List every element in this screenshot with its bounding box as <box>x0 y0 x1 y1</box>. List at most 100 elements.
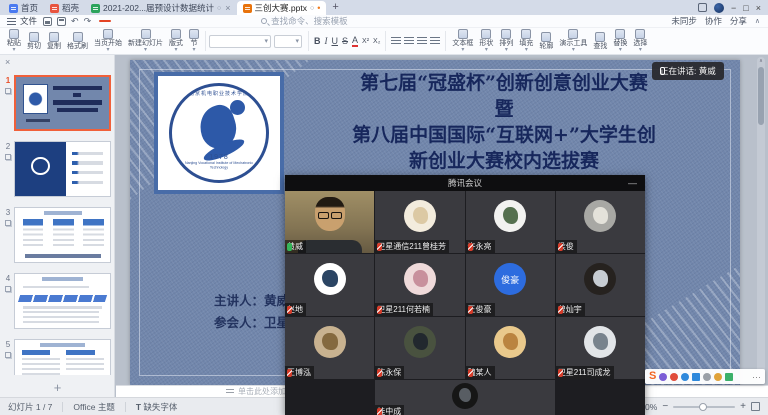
ribbon-button[interactable]: 剪切 <box>24 28 44 54</box>
meeting-minimize-button[interactable]: — <box>628 175 637 191</box>
participant-tile[interactable]: 黄威 <box>285 191 374 253</box>
missing-font-warning[interactable]: T 缺失字体 <box>136 401 178 413</box>
close-button[interactable]: × <box>756 3 761 13</box>
scrollbar[interactable]: ∧ <box>757 57 765 383</box>
ribbon-tab[interactable] <box>239 20 251 22</box>
italic-button[interactable]: I <box>325 36 328 46</box>
slide-thumbnail[interactable]: 4 <box>2 273 111 329</box>
subscript-button[interactable]: X₂ <box>373 38 380 45</box>
sync-status[interactable]: 未同步 <box>671 15 697 27</box>
collaborate-button[interactable]: 协作 <box>705 15 722 27</box>
zoom-slider[interactable] <box>673 406 735 408</box>
participant-tile[interactable]: 赵地 <box>285 254 374 316</box>
meeting-titlebar[interactable]: 腾讯会议 — <box>285 175 645 191</box>
participant-tile[interactable]: 陈永保 <box>375 317 464 379</box>
panel-close-icon[interactable]: × <box>5 57 10 67</box>
slide-thumbnail[interactable]: 5 <box>2 339 111 375</box>
account-avatar[interactable] <box>714 3 724 13</box>
ribbon-button[interactable]: 形状 ▾ <box>476 28 496 54</box>
tray-icon[interactable] <box>681 373 689 381</box>
redo-icon[interactable]: ↷ <box>84 16 92 27</box>
theme-name[interactable]: Office 主题 <box>73 401 114 413</box>
document-tab[interactable]: 三创大赛.pptx ○ • <box>237 1 327 15</box>
zoom-out-button[interactable]: − <box>662 402 668 412</box>
font-name-select[interactable] <box>209 35 271 48</box>
font-size-select[interactable] <box>274 35 302 48</box>
participant-tile[interactable]: 魏某人 <box>466 317 555 379</box>
institute-logo[interactable]: 南京机电职业技术学院 1978 Nanjing Vocational Insti… <box>154 72 284 194</box>
ribbon-button[interactable]: 选择 ▾ <box>630 28 650 54</box>
ribbon-button[interactable]: 格式刷 <box>64 28 91 54</box>
participant-tile[interactable]: 许永亮 <box>466 191 555 253</box>
participant-tile[interactable]: 曾灿宇 <box>556 254 645 316</box>
ribbon-button[interactable]: 查找 <box>590 28 610 54</box>
ribbon-button[interactable]: 版式 ▾ <box>166 28 186 54</box>
ribbon-button[interactable]: 排列 ▾ <box>496 28 516 54</box>
participant-tile[interactable]: 王博泓 <box>285 317 374 379</box>
ribbon-button[interactable]: 复制 <box>44 28 64 54</box>
file-menu[interactable]: 文件 <box>20 15 37 27</box>
underline-button[interactable]: U <box>332 36 339 46</box>
participant-tile[interactable]: 俊豪 王俊豪 <box>466 254 555 316</box>
document-tab[interactable]: 2021-202...届预设计数据统计 ○ × <box>85 1 237 15</box>
zoom-slider-knob[interactable] <box>699 403 707 411</box>
ribbon-button[interactable]: 文本框 ▾ <box>449 28 476 54</box>
ribbon-button[interactable]: 演示工具 ▾ <box>556 28 590 54</box>
undo-icon[interactable]: ↶ <box>71 16 79 27</box>
ribbon-tab[interactable] <box>99 20 111 22</box>
command-search[interactable]: 查找命令、搜索模板 <box>261 15 348 27</box>
ribbon-button[interactable]: 新建幻灯片 ▾ <box>125 28 166 54</box>
ribbon-button[interactable]: 替换 ▾ <box>610 28 630 54</box>
justify-icon[interactable] <box>430 37 440 45</box>
superscript-button[interactable]: X² <box>362 38 369 45</box>
ribbon-button[interactable]: 轮廓 <box>536 28 556 54</box>
tray-icon[interactable] <box>670 373 678 381</box>
scroll-up-icon[interactable]: ∧ <box>757 57 765 66</box>
document-tab[interactable]: 首页 <box>3 1 44 15</box>
add-slide-button[interactable]: + <box>0 380 115 395</box>
tray-more-icon[interactable]: ⋯ <box>752 373 761 381</box>
participant-tile[interactable]: 侯俊 <box>556 191 645 253</box>
ribbon-tab[interactable] <box>141 20 153 22</box>
font-color-button[interactable]: A <box>352 35 358 47</box>
ribbon-button[interactable]: 当页开始 ▾ <box>91 28 125 54</box>
tray-icon[interactable] <box>714 373 722 381</box>
minimize-button[interactable]: − <box>731 3 736 13</box>
ribbon-tab[interactable] <box>183 20 195 22</box>
zoom-in-button[interactable]: + <box>740 402 746 412</box>
print-icon[interactable] <box>57 17 66 26</box>
ribbon-tab[interactable] <box>169 20 181 22</box>
maximize-button[interactable]: □ <box>743 3 748 13</box>
share-button[interactable]: 分享 <box>730 15 747 27</box>
ribbon-tab[interactable] <box>127 20 139 22</box>
scrollbar-thumb[interactable] <box>758 67 764 125</box>
save-icon[interactable] <box>43 17 52 26</box>
collapse-ribbon-icon[interactable]: ∧ <box>755 17 760 25</box>
ribbon-tab[interactable] <box>155 20 167 22</box>
workspace-icon[interactable] <box>698 3 707 12</box>
ribbon-tab[interactable] <box>225 20 237 22</box>
align-left-icon[interactable] <box>391 37 401 45</box>
participant-tile[interactable]: 桂中成 <box>375 380 555 415</box>
align-right-icon[interactable] <box>417 37 427 45</box>
align-center-icon[interactable] <box>404 37 414 45</box>
menu-icon[interactable] <box>7 18 16 25</box>
new-tab-button[interactable]: + <box>326 1 344 15</box>
slide-thumbnail[interactable]: 1 <box>2 75 111 131</box>
participant-tile[interactable]: 卫星通信211曾桂芳 <box>375 191 464 253</box>
tray-icon[interactable] <box>703 373 711 381</box>
tray-icon[interactable] <box>659 373 667 381</box>
ribbon-tab[interactable] <box>211 20 223 22</box>
tray-icon[interactable] <box>692 373 700 381</box>
tencent-meeting-window[interactable]: 腾讯会议 — 黄威 <box>285 175 645 415</box>
ribbon-button[interactable]: 节 ▾ <box>186 28 202 54</box>
participant-tile[interactable]: 卫星211司成龙 <box>556 317 645 379</box>
tray-icon[interactable] <box>725 373 733 381</box>
strikethrough-button[interactable]: S <box>342 36 348 46</box>
fullscreen-icon[interactable] <box>751 402 760 411</box>
document-tab[interactable]: 稻壳 <box>44 1 85 15</box>
slide-thumbnail[interactable]: 3 <box>2 207 111 263</box>
close-tab-icon[interactable]: × <box>224 3 230 13</box>
slide-title[interactable]: 第七届“冠盛杯”创新创意创业大赛 暨 第八届中国国际“互联网+”大学生创 新创业… <box>280 70 728 174</box>
bold-button[interactable]: B <box>314 36 321 46</box>
